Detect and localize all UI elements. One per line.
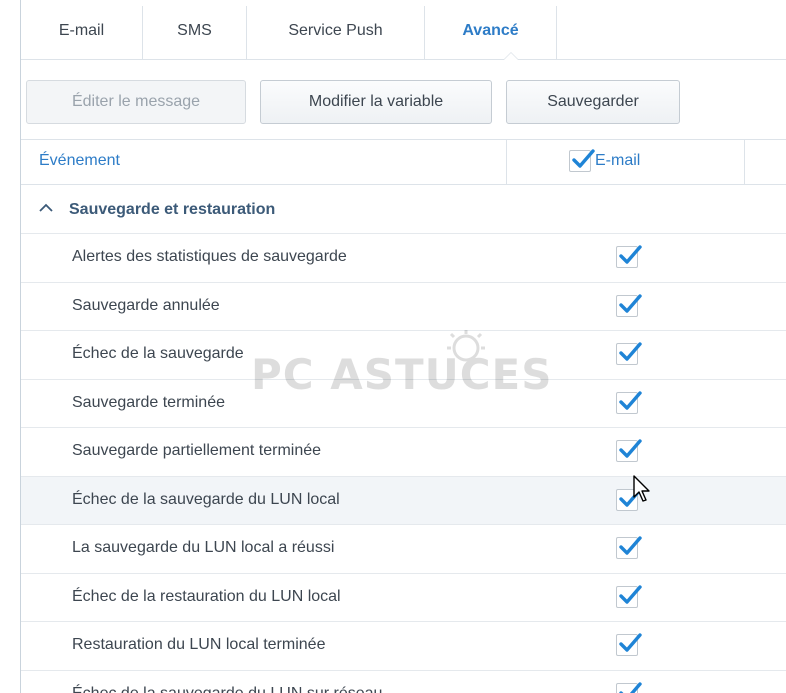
table-row[interactable]: Échec de la sauvegarde	[21, 330, 786, 378]
checkmark-icon	[619, 633, 642, 652]
tab-service-push[interactable]: Service Push	[247, 6, 425, 60]
group-label: Sauvegarde et restauration	[69, 201, 276, 218]
event-label: Sauvegarde annulée	[72, 296, 220, 314]
table-row[interactable]: Sauvegarde annulée	[21, 281, 786, 330]
event-label: Échec de la sauvegarde du LUN sur réseau	[72, 684, 383, 693]
tab-divider	[21, 59, 786, 60]
checkmark-icon	[619, 584, 642, 604]
table-row[interactable]: La sauvegarde du LUN local a réussi	[21, 524, 786, 572]
event-label: Échec de la sauvegarde	[72, 345, 244, 362]
column-header-email-label: E-mail	[595, 152, 641, 169]
checkmark-icon	[619, 293, 642, 313]
email-checkbox[interactable]	[616, 293, 642, 317]
chevron-up-icon[interactable]	[38, 200, 54, 221]
checkmark-icon	[619, 681, 642, 693]
tab-sms[interactable]: SMS	[143, 6, 247, 60]
group-row[interactable]: Sauvegarde et restauration	[21, 186, 786, 234]
column-divider	[744, 140, 745, 185]
email-checkbox[interactable]	[616, 633, 642, 656]
table-row[interactable]: Échec de la sauvegarde du LUN sur réseau	[21, 669, 786, 693]
email-select-all-checkbox[interactable]	[569, 149, 595, 172]
email-checkbox[interactable]	[616, 245, 642, 268]
event-label: Alertes des statistiques de sauvegarde	[72, 248, 347, 265]
table-row[interactable]: Restauration du LUN local terminée	[21, 621, 786, 669]
email-checkbox[interactable]	[616, 584, 642, 608]
mouse-cursor-icon	[633, 475, 653, 508]
email-checkbox[interactable]	[616, 342, 642, 365]
email-checkbox[interactable]	[616, 439, 642, 462]
event-label: Sauvegarde terminée	[72, 393, 225, 411]
table-header: Événement E-mail	[21, 139, 786, 185]
event-label: La sauvegarde du LUN local a réussi	[72, 539, 335, 556]
active-tab-pointer	[503, 52, 519, 60]
tab-bar: E-mail SMS Service Push Avancé	[21, 6, 557, 60]
event-label: Échec de la restauration du LUN local	[72, 587, 341, 605]
email-checkbox[interactable]	[616, 536, 642, 559]
checkmark-icon	[619, 342, 642, 361]
column-header-event[interactable]: Événement	[39, 152, 120, 170]
table-row[interactable]: Alertes des statistiques de sauvegarde	[21, 233, 786, 281]
event-label: Restauration du LUN local terminée	[72, 636, 326, 653]
table-row[interactable]: Sauvegarde terminée	[21, 378, 786, 427]
column-header-email: E-mail	[569, 149, 641, 172]
checkmark-icon	[572, 149, 595, 168]
table-row[interactable]: Échec de la sauvegarde du LUN local	[21, 475, 786, 524]
checkmark-icon	[619, 439, 642, 458]
checkmark-icon	[619, 390, 642, 410]
tab-email[interactable]: E-mail	[21, 6, 143, 60]
checkmark-icon	[619, 245, 642, 264]
event-label: Échec de la sauvegarde du LUN local	[72, 490, 340, 508]
column-divider	[506, 140, 507, 185]
event-label: Sauvegarde partiellement terminée	[72, 442, 322, 459]
email-checkbox[interactable]	[616, 681, 642, 693]
tab-advanced[interactable]: Avancé	[425, 6, 557, 60]
toolbar: Éditer le message Modifier la variable S…	[26, 80, 680, 124]
email-checkbox[interactable]	[616, 390, 642, 414]
edit-message-button[interactable]: Éditer le message	[26, 80, 246, 124]
save-button[interactable]: Sauvegarder	[506, 80, 680, 124]
modify-variable-button[interactable]: Modifier la variable	[260, 80, 492, 124]
table-row[interactable]: Échec de la restauration du LUN local	[21, 572, 786, 621]
checkmark-icon	[619, 536, 642, 555]
table-row[interactable]: Sauvegarde partiellement terminée	[21, 427, 786, 475]
notification-panel: E-mail SMS Service Push Avancé Éditer le…	[20, 0, 786, 693]
